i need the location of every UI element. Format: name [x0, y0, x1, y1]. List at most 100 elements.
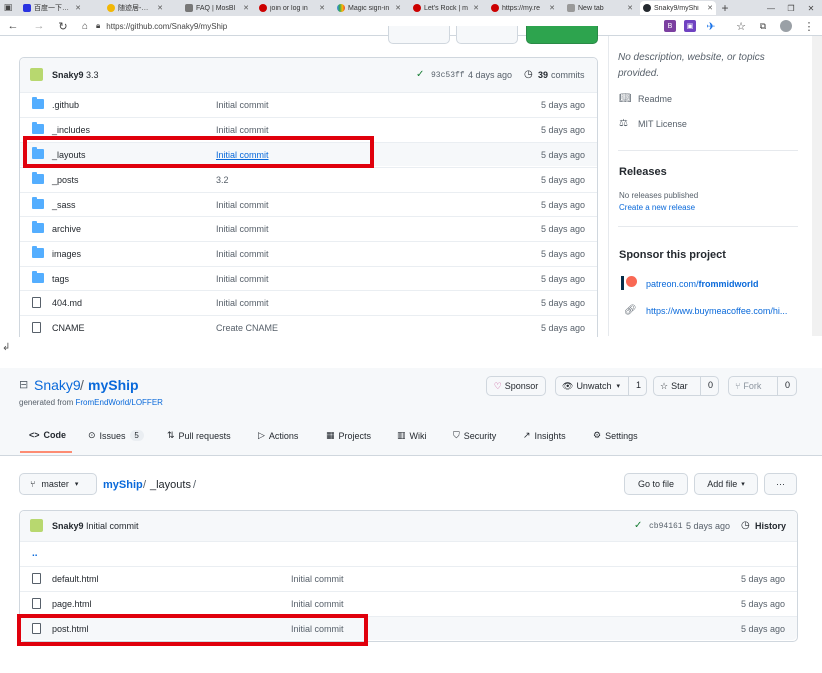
commit-sha[interactable]: cb94161 [649, 522, 683, 531]
file-row[interactable]: _posts 3.2 5 days ago [20, 167, 597, 191]
commit-message[interactable]: 3.3 [86, 70, 99, 80]
file-commit-message[interactable]: Initial commit [216, 249, 269, 259]
add-file-button[interactable]: Add file ▾ [694, 473, 758, 495]
avatar[interactable] [30, 68, 43, 81]
profile-avatar-icon[interactable] [780, 20, 792, 32]
browser-menu-icon[interactable]: ▣ [2, 1, 14, 13]
commit-author[interactable]: Snaky9 [52, 521, 84, 531]
close-tab-icon[interactable]: ✕ [243, 4, 249, 12]
parent-directory-row[interactable]: .. [20, 541, 797, 565]
file-name[interactable]: .github [52, 100, 79, 110]
close-tab-icon[interactable]: ✕ [395, 4, 401, 12]
file-name[interactable]: tags [52, 274, 69, 284]
tab-actions[interactable]: ▷ Actions [258, 430, 298, 441]
close-tab-icon[interactable]: ✕ [157, 4, 163, 12]
scrollbar[interactable] [812, 36, 822, 336]
commit-sha[interactable]: 93c53ff [431, 71, 465, 80]
more-options-button[interactable]: ··· [764, 473, 797, 495]
tab-issues[interactable]: ⊙ Issues 5 [88, 430, 144, 441]
breadcrumb-repo-link[interactable]: myShip [103, 479, 143, 491]
commit-message[interactable]: Initial commit [86, 521, 139, 531]
file-commit-message[interactable]: Initial commit [291, 574, 344, 584]
close-tab-icon[interactable]: ✕ [75, 4, 81, 12]
browser-tab[interactable]: New tab ✕ [564, 1, 636, 15]
repo-owner-link[interactable]: Snaky9 [34, 377, 81, 393]
add-file-button-partial[interactable] [456, 26, 518, 44]
file-row[interactable]: default.html Initial commit 5 days ago [20, 566, 797, 590]
minimize-icon[interactable]: — [764, 1, 778, 15]
file-row[interactable]: images Initial commit 5 days ago [20, 241, 597, 265]
favorite-star-icon[interactable]: ☆ [734, 19, 748, 33]
browser-tab-active[interactable]: Snaky9/myShi ✕ [640, 1, 716, 15]
home-icon[interactable]: ⌂ [78, 19, 92, 33]
forward-icon[interactable]: → [32, 19, 46, 33]
restore-icon[interactable]: ❐ [784, 1, 798, 15]
file-name[interactable]: page.html [52, 599, 92, 609]
template-link[interactable]: FromEndWorld/LOFFER [76, 398, 163, 407]
readme-link[interactable]: Readme [638, 94, 672, 104]
tab-wiki[interactable]: ▥ Wiki [397, 430, 427, 441]
file-commit-message[interactable]: 3.2 [216, 175, 229, 185]
go-to-file-button[interactable]: Go to file [624, 473, 688, 495]
buymeacoffee-link[interactable]: https://www.buymeacoffee.com/hi... [646, 306, 806, 316]
file-commit-message[interactable]: Initial commit [216, 100, 269, 110]
star-count[interactable]: 0 [708, 380, 713, 390]
commit-author[interactable]: Snaky9 [52, 70, 84, 80]
commit-count-label[interactable]: commits [551, 70, 585, 80]
file-commit-message[interactable]: Initial commit [216, 125, 269, 135]
fork-button[interactable]: ⑂ Fork 0 [728, 376, 797, 396]
license-link[interactable]: MIT License [638, 119, 687, 129]
code-button-partial[interactable] [526, 26, 598, 44]
history-link[interactable]: History [755, 521, 786, 531]
file-name[interactable]: 404.md [52, 298, 82, 308]
extension-icon[interactable]: ✈ [704, 19, 718, 33]
file-row[interactable]: 404.md Initial commit 5 days ago [20, 290, 597, 314]
commit-count[interactable]: 39 [538, 70, 548, 80]
extension-icon[interactable]: ▣ [684, 20, 696, 32]
close-tab-icon[interactable]: ✕ [549, 4, 555, 12]
browser-tab[interactable]: FAQ | MosBl ✕ [182, 1, 252, 15]
go-to-file-button-partial[interactable] [388, 26, 450, 44]
browser-tab[interactable]: Let's Rock | m ✕ [410, 1, 482, 15]
tab-security[interactable]: ⛉ Security [453, 430, 496, 441]
file-commit-message[interactable]: Initial commit [216, 224, 269, 234]
browser-tab[interactable]: Magic sign-in ✕ [334, 1, 404, 15]
browser-tab[interactable]: join or log in ✕ [256, 1, 328, 15]
tab-settings[interactable]: ⚙ Settings [593, 430, 638, 441]
browser-tab[interactable]: https://my.re ✕ [488, 1, 558, 15]
file-commit-message[interactable]: Initial commit [291, 599, 344, 609]
browser-tab[interactable]: 随迹居-防具 ✕ [104, 1, 166, 15]
file-row[interactable]: CNAME Create CNAME 5 days ago [20, 315, 597, 339]
avatar[interactable] [30, 519, 43, 532]
file-row[interactable]: .github Initial commit 5 days ago [20, 92, 597, 116]
unwatch-button[interactable]: 👁︎ Unwatch ▾ 1 [555, 376, 647, 396]
repo-name-link[interactable]: myShip [88, 377, 139, 393]
file-name[interactable]: images [52, 249, 81, 259]
tab-insights[interactable]: ↗ Insights [523, 430, 566, 441]
tab-projects[interactable]: ▦ Projects [326, 430, 371, 441]
patreon-link[interactable]: patreon.com/frommidworld [646, 279, 759, 289]
close-tab-icon[interactable]: ✕ [319, 4, 325, 12]
file-row[interactable]: _sass Initial commit 5 days ago [20, 192, 597, 216]
back-icon[interactable]: ← [6, 19, 20, 33]
file-row[interactable]: tags Initial commit 5 days ago [20, 266, 597, 290]
tab-pull-requests[interactable]: ⇅ Pull requests [167, 430, 231, 441]
create-release-link[interactable]: Create a new release [619, 203, 695, 212]
file-commit-message[interactable]: Initial commit [216, 200, 269, 210]
parent-directory-link[interactable]: .. [32, 548, 38, 559]
sponsor-button[interactable]: ♡ Sponsor [486, 376, 546, 396]
reload-icon[interactable]: ↻ [56, 19, 70, 33]
browser-tab[interactable]: 百度一下，你 ✕ [20, 1, 84, 15]
file-name[interactable]: _sass [52, 200, 76, 210]
file-name[interactable]: _includes [52, 125, 90, 135]
browser-menu-dots-icon[interactable]: ⋮ [802, 19, 816, 33]
close-tab-icon[interactable]: ✕ [473, 4, 479, 12]
new-tab-button[interactable]: + [718, 1, 732, 15]
file-name[interactable]: CNAME [52, 323, 85, 333]
collections-icon[interactable]: ⧉ [756, 19, 770, 33]
file-row[interactable]: archive Initial commit 5 days ago [20, 216, 597, 240]
extension-icon[interactable]: B [664, 20, 676, 32]
file-name[interactable]: default.html [52, 574, 99, 584]
watch-count[interactable]: 1 [636, 380, 641, 390]
file-row[interactable]: page.html Initial commit 5 days ago [20, 591, 797, 615]
